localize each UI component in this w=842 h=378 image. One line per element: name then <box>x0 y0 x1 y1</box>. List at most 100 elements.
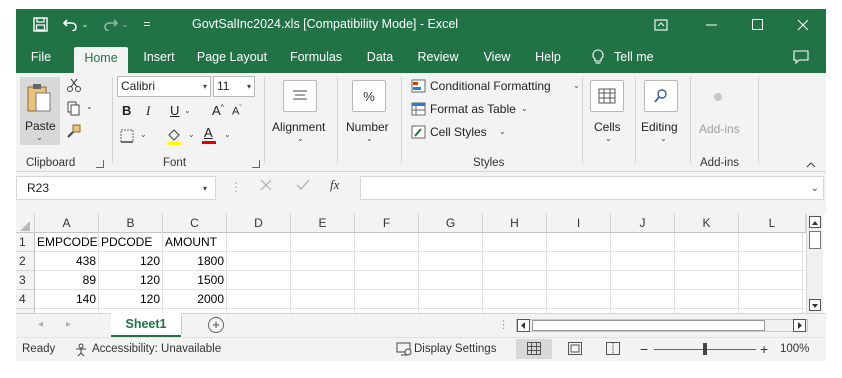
normal-view-button[interactable] <box>516 339 552 359</box>
tab-help[interactable]: Help <box>532 46 564 73</box>
zoom-out-button[interactable]: − <box>640 341 648 357</box>
redo-icon[interactable] <box>100 14 120 34</box>
column-header[interactable]: F <box>355 214 419 233</box>
accessibility-status[interactable]: Accessibility: Unavailable <box>92 343 221 355</box>
vertical-scrollbar[interactable] <box>806 214 823 313</box>
name-box[interactable]: R23 ▾ <box>16 176 216 200</box>
accessibility-icon[interactable] <box>74 343 90 360</box>
column-header[interactable]: C <box>163 214 227 233</box>
cell-b1[interactable]: PDCODE <box>99 233 163 252</box>
tab-file[interactable]: File <box>24 46 58 73</box>
column-header[interactable]: G <box>419 214 483 233</box>
tab-insert[interactable]: Insert <box>140 46 178 73</box>
alignment-dropdown-icon[interactable]: ⌄ <box>297 134 304 143</box>
font-size-combo[interactable]: 11 ▾ <box>213 76 255 97</box>
zoom-in-button[interactable]: + <box>760 341 768 357</box>
horizontal-scroll-thumb[interactable] <box>532 320 765 331</box>
cell-c4[interactable]: 2000 <box>163 290 227 309</box>
collapse-ribbon-icon[interactable] <box>806 157 818 169</box>
scroll-down-icon[interactable] <box>809 299 821 311</box>
tell-me-search[interactable]: Tell me <box>614 46 658 73</box>
select-all-corner[interactable] <box>16 214 35 233</box>
paste-dropdown-icon[interactable]: ⌄ <box>36 133 43 142</box>
cell-a3[interactable]: 89 <box>35 271 99 290</box>
underline-dropdown-icon[interactable]: ⌄ <box>184 106 191 115</box>
conditional-formatting-button[interactable]: Conditional Formatting ⌄ <box>411 78 580 96</box>
column-header[interactable]: J <box>611 214 675 233</box>
ribbon-display-icon[interactable] <box>638 9 684 40</box>
cells-dropdown-icon[interactable]: ⌄ <box>605 134 612 143</box>
cut-icon[interactable] <box>66 77 84 95</box>
customize-qat-icon[interactable]: = <box>140 14 154 34</box>
formula-bar-grip[interactable]: ⋮ <box>230 180 242 194</box>
cell-b2[interactable]: 120 <box>99 252 163 271</box>
grow-font-button[interactable]: A^ <box>212 103 224 118</box>
zoom-slider-thumb[interactable] <box>703 343 707 355</box>
tab-data[interactable]: Data <box>364 46 396 73</box>
save-icon[interactable] <box>30 14 50 34</box>
number-dropdown-icon[interactable]: ⌄ <box>366 134 373 143</box>
shrink-font-button[interactable]: Aˇ <box>232 105 242 118</box>
format-painter-icon[interactable] <box>66 123 84 141</box>
column-header[interactable]: I <box>547 214 611 233</box>
undo-icon[interactable] <box>60 14 80 34</box>
underline-button[interactable]: U <box>170 103 179 118</box>
vertical-scroll-thumb[interactable] <box>809 231 821 249</box>
add-ins-button[interactable]: Add-ins <box>699 122 740 136</box>
row-header[interactable]: 1 <box>16 233 35 252</box>
cell-styles-button[interactable]: Cell Styles ⌄ <box>411 124 511 142</box>
cells-icon[interactable] <box>590 80 624 112</box>
lightbulb-icon[interactable] <box>588 46 608 73</box>
borders-button[interactable]: ⌄ <box>120 129 150 145</box>
editing-dropdown-icon[interactable]: ⌄ <box>660 134 667 143</box>
display-settings-icon[interactable] <box>396 342 412 360</box>
format-as-table-button[interactable]: Format as Table ⌄ <box>411 101 531 119</box>
row-header[interactable]: 2 <box>16 252 35 271</box>
tab-review[interactable]: Review <box>416 46 460 73</box>
cell-b3[interactable]: 120 <box>99 271 163 290</box>
enter-icon[interactable] <box>296 179 310 194</box>
font-name-combo[interactable]: Calibri ▾ <box>117 76 211 97</box>
zoom-level[interactable]: 100% <box>780 343 809 355</box>
cell-a2[interactable]: 438 <box>35 252 99 271</box>
column-header[interactable]: H <box>483 214 547 233</box>
column-header[interactable]: D <box>227 214 291 233</box>
column-header[interactable]: K <box>675 214 739 233</box>
undo-dropdown-icon[interactable]: ⌄ <box>80 14 90 34</box>
new-sheet-icon[interactable]: + <box>208 317 224 333</box>
formula-input[interactable]: ⌄ <box>360 176 824 200</box>
comments-icon[interactable] <box>790 46 812 73</box>
alignment-icon[interactable] <box>283 80 317 112</box>
cell-a4[interactable]: 140 <box>35 290 99 309</box>
editing-button[interactable]: Editing <box>641 120 678 134</box>
prev-sheet-icon[interactable]: ◂ <box>38 319 43 330</box>
bold-button[interactable]: B <box>122 103 131 118</box>
cell-c3[interactable]: 1500 <box>163 271 227 290</box>
column-header[interactable]: E <box>291 214 355 233</box>
row-header[interactable]: 4 <box>16 290 35 309</box>
number-format-icon[interactable]: % <box>352 80 386 112</box>
close-icon[interactable] <box>780 9 826 40</box>
page-break-view-icon[interactable] <box>606 342 620 358</box>
cell-a1[interactable]: EMPCODE <box>35 233 99 252</box>
column-header[interactable]: A <box>35 214 99 233</box>
italic-button[interactable]: I <box>146 103 150 119</box>
number-button[interactable]: Number <box>346 120 389 134</box>
cell-b4[interactable]: 120 <box>99 290 163 309</box>
tab-view[interactable]: View <box>480 46 514 73</box>
cells-button[interactable]: Cells <box>594 120 621 134</box>
tab-split-grip[interactable]: ⋮ <box>498 318 509 331</box>
tab-home[interactable]: Home <box>74 47 128 73</box>
column-header[interactable]: L <box>739 214 806 233</box>
sheet-tab-sheet1[interactable]: Sheet1 <box>111 313 181 337</box>
tab-formulas[interactable]: Formulas <box>288 46 344 73</box>
page-layout-view-icon[interactable] <box>568 342 582 358</box>
font-launcher-icon[interactable] <box>252 160 260 168</box>
cell-c1[interactable]: AMOUNT <box>163 233 227 252</box>
display-settings-button[interactable]: Display Settings <box>414 343 496 355</box>
scroll-right-icon[interactable] <box>793 319 806 332</box>
zoom-slider[interactable] <box>654 343 756 355</box>
copy-icon[interactable]: ⌄ <box>66 100 96 118</box>
column-header[interactable]: B <box>99 214 163 233</box>
minimize-icon[interactable] <box>688 9 734 40</box>
